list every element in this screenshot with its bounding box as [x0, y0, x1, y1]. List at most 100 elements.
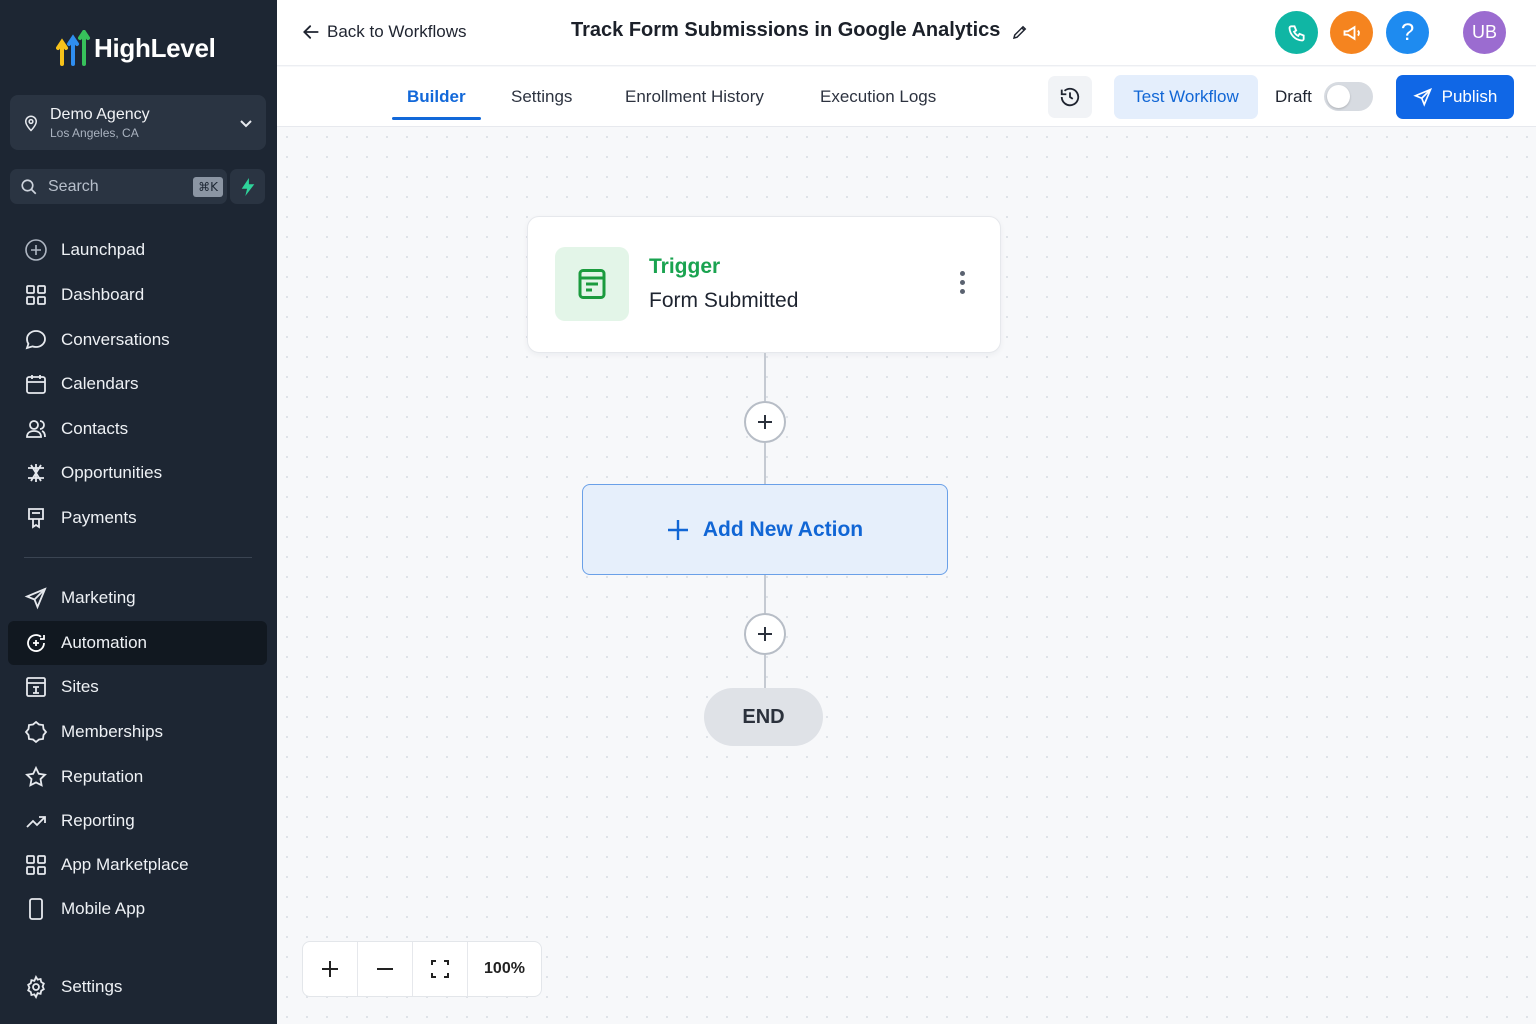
back-label: Back to Workflows: [327, 22, 467, 41]
trigger-icon-tile: [555, 247, 629, 321]
sidebar-item-opportunities[interactable]: Opportunities: [8, 451, 267, 495]
send-icon: [1412, 87, 1432, 107]
connector-line: [764, 443, 766, 484]
publish-button[interactable]: Publish: [1396, 75, 1514, 119]
history-icon: [1060, 87, 1080, 107]
test-workflow-button[interactable]: Test Workflow: [1114, 75, 1258, 119]
chevron-down-icon: [240, 120, 252, 128]
sidebar-item-launchpad[interactable]: Launchpad: [8, 228, 267, 272]
avatar-initials: UB: [1471, 22, 1497, 42]
tab-builder[interactable]: Builder: [392, 67, 481, 127]
sidebar-item-reputation[interactable]: Reputation: [8, 755, 267, 799]
add-step-button[interactable]: [744, 613, 786, 655]
add-step-button[interactable]: [744, 401, 786, 443]
zoom-controls: 100%: [302, 941, 542, 997]
zoom-out-button[interactable]: [358, 942, 413, 996]
chat-bubble-icon: [25, 330, 46, 350]
workflow-tabs-bar: Builder Settings Enrollment History Exec…: [277, 67, 1536, 127]
test-workflow-label: Test Workflow: [1133, 87, 1239, 106]
sidebar-item-label: Marketing: [61, 588, 136, 607]
tab-label: Builder: [407, 87, 466, 106]
sidebar-item-label: App Marketplace: [61, 855, 189, 874]
zoom-level: 100%: [484, 960, 525, 977]
tab-enrollment-history[interactable]: Enrollment History: [610, 67, 779, 127]
top-header: Back to Workflows Track Form Submissions…: [277, 0, 1536, 66]
phone-icon: [1288, 24, 1305, 41]
draft-label: Draft: [1275, 87, 1312, 106]
highlevel-logo[interactable]: HighLevel: [56, 28, 216, 68]
sidebar-item-label: Launchpad: [61, 240, 146, 259]
quick-actions-button[interactable]: [230, 169, 265, 204]
agency-location: Los Angeles, CA: [50, 125, 139, 140]
sidebar-item-app-marketplace[interactable]: App Marketplace: [8, 843, 267, 887]
workflow-title: Track Form Submissions in Google Analyti…: [571, 19, 1001, 41]
tab-settings[interactable]: Settings: [496, 67, 587, 127]
add-new-action-button[interactable]: Add New Action: [582, 484, 948, 575]
sidebar-item-sites[interactable]: Sites: [8, 665, 267, 709]
sidebar-item-reporting[interactable]: Reporting: [8, 799, 267, 843]
sidebar-item-dashboard[interactable]: Dashboard: [8, 273, 267, 317]
automation-icon: [27, 634, 45, 652]
plus-icon: [758, 415, 772, 429]
tab-label: Execution Logs: [820, 87, 937, 106]
sidebar-item-label: Memberships: [61, 722, 164, 741]
connector-line: [764, 575, 766, 614]
publish-label: Publish: [1441, 87, 1498, 106]
sites-icon: [26, 677, 46, 697]
megaphone-icon: [1343, 25, 1360, 40]
sidebar-item-settings[interactable]: Settings: [8, 965, 267, 1009]
form-icon: [578, 269, 606, 299]
search-placeholder: Search: [48, 177, 99, 195]
draft-toggle[interactable]: [1324, 82, 1373, 111]
sidebar-item-payments[interactable]: Payments: [8, 496, 267, 540]
grid-icon: [26, 285, 46, 305]
trigger-title: Trigger: [649, 255, 721, 278]
back-to-workflows-link[interactable]: Back to Workflows: [301, 22, 467, 42]
tab-execution-logs[interactable]: Execution Logs: [805, 67, 951, 127]
sidebar-item-label: Automation: [61, 633, 147, 652]
fit-to-screen-button[interactable]: [413, 942, 468, 996]
network-icon: [28, 464, 44, 482]
grid-icon: [26, 855, 46, 875]
search-input[interactable]: Search ⌘K: [10, 169, 227, 204]
announcements-button[interactable]: [1330, 11, 1373, 54]
calendar-icon: [26, 375, 46, 394]
agency-switcher[interactable]: Demo Agency Los Angeles, CA: [10, 95, 266, 150]
phone-button[interactable]: [1275, 11, 1318, 54]
receipt-icon: [28, 508, 44, 529]
sidebar-item-label: Calendars: [61, 374, 139, 393]
sidebar-item-label: Mobile App: [61, 899, 146, 918]
trend-icon: [26, 816, 46, 828]
sidebar-item-label: Conversations: [61, 330, 170, 349]
plus-icon: [758, 627, 772, 641]
contacts-icon: [26, 420, 46, 438]
location-pin-icon: [24, 115, 38, 132]
sidebar-item-automation[interactable]: Automation: [8, 621, 267, 665]
search-icon: [21, 178, 37, 194]
sidebar-item-contacts[interactable]: Contacts: [8, 407, 267, 451]
sidebar-item-calendars[interactable]: Calendars: [8, 362, 267, 406]
plus-icon: [322, 961, 338, 977]
lightning-icon: [241, 177, 254, 196]
version-history-button[interactable]: [1048, 76, 1092, 118]
trigger-card[interactable]: Trigger Form Submitted: [527, 216, 1001, 353]
trigger-menu-icon[interactable]: [952, 271, 972, 301]
edit-pencil-icon[interactable]: [1011, 23, 1029, 41]
end-label: END: [742, 705, 785, 728]
sidebar-item-label: Contacts: [61, 419, 129, 438]
connector-line: [764, 353, 766, 401]
zoom-in-button[interactable]: [303, 942, 358, 996]
sidebar-item-mobile-app[interactable]: Mobile App: [8, 887, 267, 931]
sidebar-item-marketing[interactable]: Marketing: [8, 576, 267, 620]
help-button[interactable]: ?: [1386, 11, 1429, 54]
connector-line: [764, 655, 766, 688]
end-node: END: [704, 688, 823, 746]
sidebar-item-memberships[interactable]: Memberships: [8, 710, 267, 754]
star-icon: [25, 765, 47, 787]
toggle-knob: [1327, 85, 1350, 108]
plus-icon: [667, 519, 688, 540]
badge-icon: [24, 720, 48, 744]
user-avatar[interactable]: UB: [1463, 11, 1506, 54]
arrow-left-icon: [303, 25, 319, 39]
sidebar-item-conversations[interactable]: Conversations: [8, 318, 267, 362]
